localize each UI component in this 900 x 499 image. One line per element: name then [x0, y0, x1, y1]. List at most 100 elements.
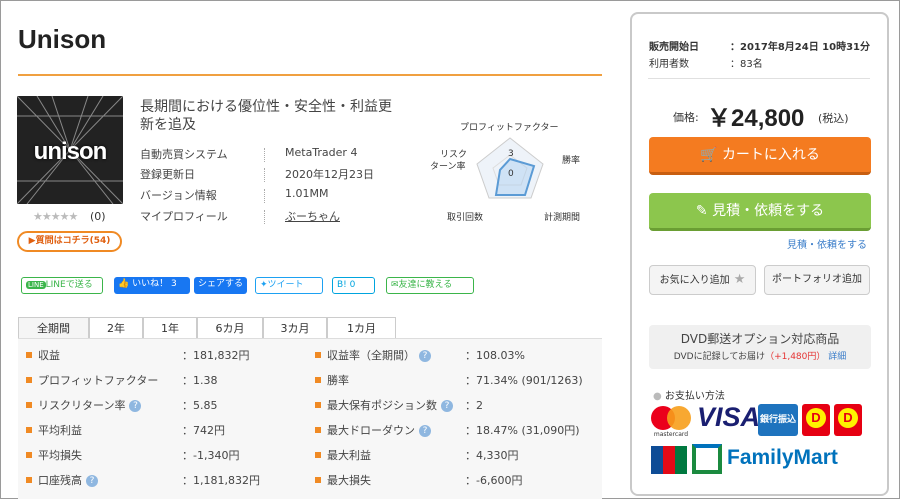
bullet-square-icon: [26, 402, 32, 408]
facebook-share-button[interactable]: シェアする: [194, 277, 247, 294]
rating-count: (0): [90, 210, 106, 223]
info-row-version: バージョン情報 1.01MM: [140, 187, 402, 207]
stat-value: ：181,832円: [182, 349, 250, 362]
bullet-square-icon: [26, 352, 32, 358]
bullet-square-icon: [26, 477, 32, 483]
stat-label-text: プロフィットファクター: [38, 374, 159, 387]
stat-label-text: 最大損失: [327, 474, 371, 487]
line-icon: LINE: [26, 281, 46, 289]
add-favorite-button[interactable]: お気に入り追加 ★: [649, 265, 756, 295]
stat-label: 勝率: [327, 372, 349, 388]
right-stat-row: 最大ドローダウン? ：18.47% (31,090円): [315, 420, 605, 444]
hatena-bookmark-button[interactable]: B! 0: [332, 277, 375, 294]
left-stat-row: プロフィットファクター ：1.38: [26, 370, 316, 394]
tell-friend-button[interactable]: ✉友達に教える: [386, 277, 474, 294]
info-value: MetaTrader 4: [285, 146, 358, 159]
right-stat-row: 最大利益 ：4,330円: [315, 445, 605, 469]
bullet-square-icon: [26, 377, 32, 383]
stat-value: ：108.03%: [465, 349, 525, 362]
info-divider: [264, 168, 265, 182]
radar-label-risk-1: リスク: [440, 149, 467, 160]
radar-label-risk-2: ターン率: [430, 160, 466, 172]
stat-label: 平均利益: [38, 422, 82, 438]
stat-label-text: 収益率（全期間）: [327, 349, 415, 362]
stat-label: 収益率（全期間）?: [327, 347, 431, 363]
stat-label-text: 勝率: [327, 374, 349, 387]
jcb-icon: [651, 446, 687, 474]
stat-label: 平均損失: [38, 447, 82, 463]
stat-label: 最大保有ポジション数?: [327, 397, 453, 413]
quote-request-button[interactable]: ✎ 見積・依頼をする: [649, 193, 871, 231]
tab-1-year[interactable]: 1年: [143, 317, 197, 339]
info-row-system: 自動売買システム MetaTrader 4: [140, 146, 402, 166]
info-key: 自動売買システム: [140, 148, 228, 161]
facebook-like-button[interactable]: 👍 いいね！ 3: [114, 277, 190, 294]
sale-start-value: ：2017年8月24日 10時31分: [730, 42, 871, 53]
bullet-icon: ●: [653, 391, 665, 402]
bullet-square-icon: [26, 427, 32, 433]
tab-2-years[interactable]: 2年: [89, 317, 143, 339]
stat-label-text: 最大利益: [327, 449, 371, 462]
price-label: 価格:: [673, 111, 699, 124]
panel-divider: [648, 78, 870, 79]
radar-label-risk: リスクターン率: [430, 149, 467, 172]
stat-value: ：1,181,832円: [182, 474, 260, 487]
info-row-updated: 登録更新日 2020年12月23日: [140, 166, 402, 186]
info-divider: [264, 210, 265, 224]
stat-label: 最大ドローダウン?: [327, 422, 431, 438]
info-key: マイプロフィール: [140, 210, 228, 223]
quote-request-link[interactable]: 見積・依頼をする: [787, 236, 867, 251]
info-divider: [264, 189, 265, 203]
product-thumbnail[interactable]: unison: [17, 96, 123, 204]
add-portfolio-button[interactable]: ポートフォリオ追加: [764, 265, 870, 295]
radar-label-winrate: 勝率: [562, 154, 580, 166]
right-stat-row: 勝率 ：71.34% (901/1263): [315, 370, 605, 394]
radar-scale-min: 0: [508, 169, 514, 179]
stat-label: 口座残高?: [38, 472, 98, 488]
mastercard-icon: mastercard: [649, 404, 693, 438]
help-icon[interactable]: ?: [441, 400, 453, 412]
tab-1-month[interactable]: 1カ月: [327, 317, 396, 339]
right-stat-row: 最大損失 ：-6,600円: [315, 470, 605, 494]
stat-label-text: 平均利益: [38, 424, 82, 437]
add-to-cart-button[interactable]: 🛒 カートに入れる: [649, 137, 871, 175]
stat-label-text: 平均損失: [38, 449, 82, 462]
left-stat-row: 平均損失 ：-1,340円: [26, 445, 316, 469]
daily-yamazaki-icon: D: [802, 404, 830, 436]
thumbnail-logo-text: unison: [33, 138, 108, 165]
line-share-button[interactable]: LINE LINEで送る: [21, 277, 103, 294]
stat-value: ：1.38: [182, 374, 218, 387]
thumbs-up-icon: 👍: [118, 279, 133, 289]
bullet-square-icon: [315, 352, 321, 358]
users-value: ：83名: [730, 59, 763, 70]
tab-all-period[interactable]: 全期間: [18, 317, 89, 339]
d-mark-icon: D: [838, 408, 858, 428]
help-icon[interactable]: ?: [419, 350, 431, 362]
price-value: ￥24,800: [707, 105, 805, 132]
bullet-square-icon: [26, 452, 32, 458]
d-mark-icon: D: [806, 408, 826, 428]
bullet-square-icon: [315, 402, 321, 408]
profile-link[interactable]: ぶーちゃん: [285, 208, 340, 224]
mastercard-text: mastercard: [653, 431, 689, 438]
help-icon[interactable]: ?: [419, 425, 431, 437]
tab-6-months[interactable]: 6カ月: [197, 317, 263, 339]
jcb-red: [663, 446, 675, 474]
sale-start-label: 販売開始日: [649, 42, 699, 53]
help-icon[interactable]: ?: [129, 400, 142, 412]
twitter-icon: ✦: [260, 280, 268, 290]
info-value: 1.01MM: [285, 187, 329, 200]
product-description: 長期間における優位性・安全性・利益更新を追及: [140, 99, 392, 133]
cart-icon: 🛒: [700, 147, 722, 163]
question-button[interactable]: ▶質問はコチラ(54): [17, 231, 122, 252]
stat-value: ：2: [465, 399, 483, 412]
stat-value: ：-1,340円: [182, 449, 240, 462]
stat-value: ：5.85: [182, 399, 218, 412]
bullet-square-icon: [315, 477, 321, 483]
help-icon[interactable]: ?: [86, 475, 98, 487]
jcb-green: [675, 446, 687, 474]
tab-3-months[interactable]: 3カ月: [263, 317, 327, 339]
stat-label-text: 収益: [38, 349, 60, 362]
tweet-button[interactable]: ✦ツイート: [255, 277, 323, 294]
dvd-detail-link[interactable]: 詳細: [828, 352, 846, 362]
